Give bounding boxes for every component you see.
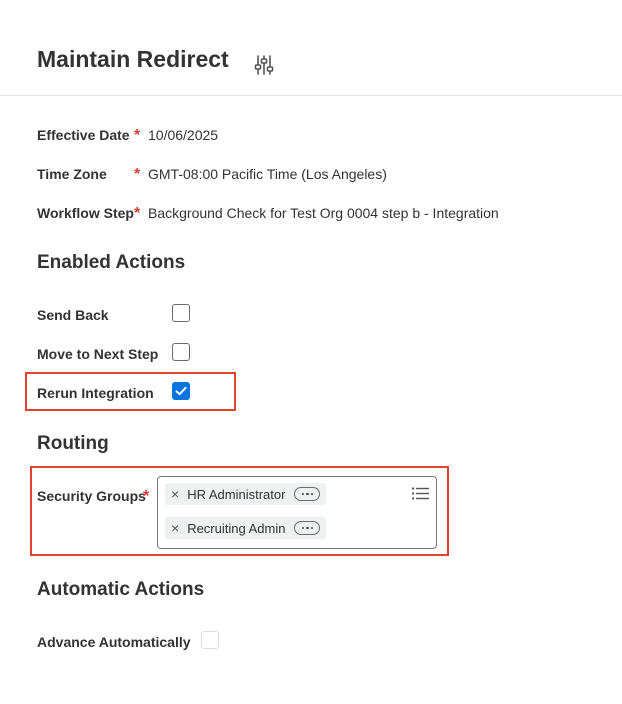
advance-automatically-label: Advance Automatically (37, 634, 191, 650)
move-to-next-step-checkbox[interactable] (172, 343, 190, 361)
required-indicator: * (143, 488, 150, 505)
workflow-step-value: Background Check for Test Org 0004 step … (148, 205, 499, 221)
required-indicator: * (134, 205, 141, 222)
pill-label: HR Administrator (187, 486, 286, 502)
time-zone-value: GMT-08:00 Pacific Time (Los Angeles) (148, 166, 387, 182)
selected-pill-recruiting-admin: × Recruiting Admin (165, 517, 327, 539)
automatic-actions-heading: Automatic Actions (37, 579, 205, 600)
required-indicator: * (134, 166, 141, 183)
remove-icon[interactable]: × (171, 486, 179, 502)
enabled-actions-heading: Enabled Actions (37, 252, 186, 273)
selected-pill-hr-administrator: × HR Administrator (165, 483, 327, 505)
effective-date-value: 10/06/2025 (148, 127, 219, 143)
rerun-integration-checkbox[interactable] (172, 382, 190, 400)
page-title: Maintain Redirect (37, 46, 229, 72)
rerun-integration-label: Rerun Integration (37, 385, 154, 401)
header-divider (0, 95, 622, 96)
more-options-icon[interactable] (294, 521, 321, 535)
remove-icon[interactable]: × (171, 520, 179, 536)
workflow-step-label: Workflow Step (37, 205, 134, 221)
send-back-label: Send Back (37, 307, 109, 323)
advance-automatically-checkbox (201, 631, 219, 649)
send-back-checkbox[interactable] (172, 304, 190, 322)
pill-label: Recruiting Admin (187, 520, 286, 536)
checkmark-icon (175, 386, 187, 396)
list-icon[interactable] (412, 487, 429, 500)
required-indicator: * (134, 127, 141, 144)
time-zone-label: Time Zone (37, 166, 107, 182)
routing-heading: Routing (37, 433, 109, 454)
more-options-icon[interactable] (294, 487, 321, 501)
sliders-icon[interactable] (254, 54, 274, 76)
move-to-next-step-label: Move to Next Step (37, 346, 159, 362)
security-groups-label: Security Groups (37, 488, 146, 504)
effective-date-label: Effective Date (37, 127, 130, 143)
